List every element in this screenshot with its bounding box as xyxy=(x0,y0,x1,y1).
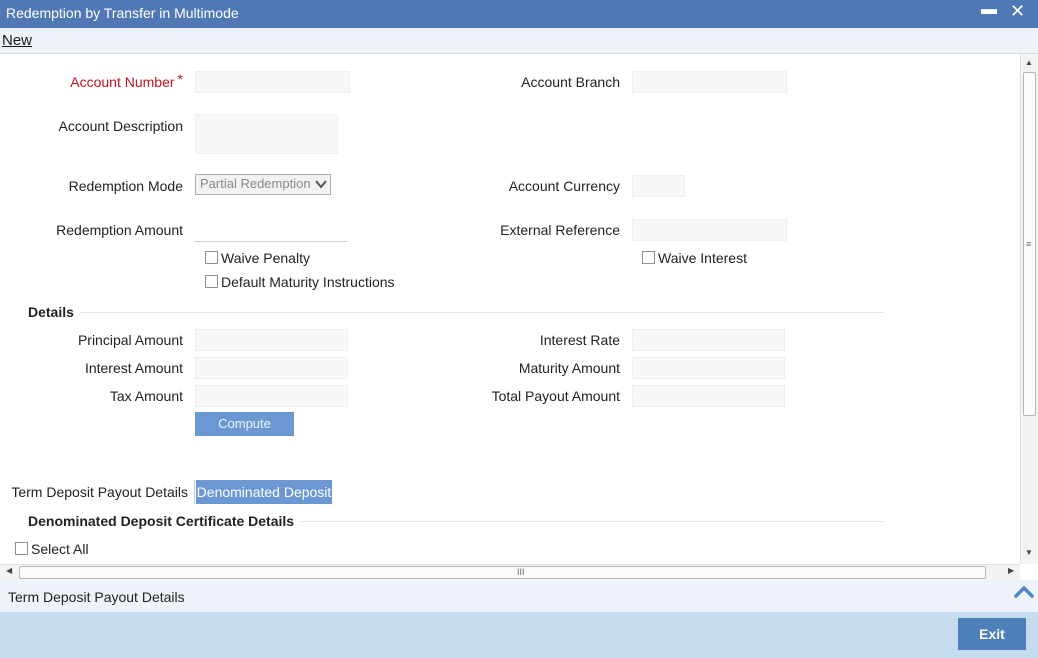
close-icon[interactable]: ✕ xyxy=(1010,1,1025,22)
tab-separator xyxy=(194,480,195,504)
exit-button[interactable]: Exit xyxy=(958,618,1026,650)
chevron-up-icon[interactable] xyxy=(1014,583,1034,599)
account-branch-label: Account Branch xyxy=(521,74,620,90)
details-section-title: Details xyxy=(28,304,74,320)
scroll-right-icon[interactable]: ▶ xyxy=(1008,566,1014,575)
footer-tab-strip: Term Deposit Payout Details xyxy=(0,580,1038,612)
waive-penalty-checkbox[interactable] xyxy=(205,251,218,264)
total-payout-amount-label: Total Payout Amount xyxy=(491,388,620,404)
maturity-amount-input[interactable] xyxy=(632,357,785,379)
account-currency-input[interactable] xyxy=(632,175,685,197)
grip-icon: ≡ xyxy=(1026,239,1032,249)
tax-amount-label: Tax Amount xyxy=(109,388,183,404)
principal-amount-label: Principal Amount xyxy=(77,332,183,348)
account-number-label-text: Account Number xyxy=(70,74,175,90)
interest-amount-input[interactable] xyxy=(195,357,348,379)
window-title-bar: Redemption by Transfer in Multimode ▬ ✕ xyxy=(0,0,1038,28)
redemption-amount-input[interactable] xyxy=(195,219,348,242)
scroll-up-icon[interactable]: ▲ xyxy=(1025,58,1033,67)
redemption-mode-value: Partial Redemption xyxy=(200,176,311,191)
waive-interest-checkbox[interactable] xyxy=(642,251,655,264)
default-maturity-checkbox[interactable] xyxy=(205,275,218,288)
external-reference-input[interactable] xyxy=(632,219,787,241)
minimize-icon[interactable]: ▬ xyxy=(981,1,997,19)
grip-icon: III xyxy=(517,567,525,577)
interest-amount-label: Interest Amount xyxy=(84,360,183,376)
required-marker: * xyxy=(177,71,183,87)
vertical-scrollbar[interactable]: ▲ ≡ ▼ xyxy=(1020,54,1038,564)
payout-tabs-label: Term Deposit Payout Details xyxy=(11,484,188,500)
account-description-label: Account Description xyxy=(58,118,183,134)
denominated-divider xyxy=(300,521,884,522)
external-reference-label: External Reference xyxy=(500,222,620,238)
interest-rate-label: Interest Rate xyxy=(539,332,620,348)
account-number-input[interactable] xyxy=(195,71,350,93)
footer-bar: Exit xyxy=(0,612,1038,658)
select-all-checkbox[interactable] xyxy=(15,542,28,555)
tab-denominated-deposit[interactable]: Denominated Deposit xyxy=(196,480,332,504)
redemption-mode-label: Redemption Mode xyxy=(68,178,183,194)
tax-amount-input[interactable] xyxy=(195,385,348,407)
default-maturity-label: Default Maturity Instructions xyxy=(221,274,395,290)
waive-penalty-label: Waive Penalty xyxy=(221,250,310,266)
vertical-scroll-thumb[interactable]: ≡ xyxy=(1023,72,1036,416)
select-all-label: Select All xyxy=(31,541,89,557)
account-description-input[interactable] xyxy=(195,114,338,154)
account-number-label: Account Number * xyxy=(40,71,183,90)
new-menu-item[interactable]: New xyxy=(2,32,32,49)
waive-interest-label: Waive Interest xyxy=(658,250,747,266)
redemption-amount-label: Redemption Amount xyxy=(56,222,183,238)
interest-rate-input[interactable] xyxy=(632,329,785,351)
footer-tab-label[interactable]: Term Deposit Payout Details xyxy=(8,589,185,605)
denominated-section-title: Denominated Deposit Certificate Details xyxy=(28,513,295,529)
details-divider xyxy=(80,312,884,313)
principal-amount-input[interactable] xyxy=(195,329,348,351)
window-title: Redemption by Transfer in Multimode xyxy=(6,5,239,21)
account-currency-label: Account Currency xyxy=(508,178,620,194)
account-branch-input[interactable] xyxy=(632,71,787,93)
horizontal-scroll-thumb[interactable]: III xyxy=(19,566,986,579)
scroll-left-icon[interactable]: ◀ xyxy=(6,566,12,575)
total-payout-amount-input[interactable] xyxy=(632,385,785,407)
chevron-down-icon xyxy=(314,175,328,196)
compute-button[interactable]: Compute xyxy=(195,412,294,436)
maturity-amount-label: Maturity Amount xyxy=(518,360,620,376)
redemption-mode-select[interactable]: Partial Redemption xyxy=(195,174,331,195)
main-form-area: Account Number * Account Branch Account D… xyxy=(0,54,1020,564)
scroll-down-icon[interactable]: ▼ xyxy=(1025,548,1033,557)
menu-bar: New xyxy=(0,28,1038,54)
horizontal-scrollbar[interactable]: ◀ III ▶ xyxy=(0,564,1020,580)
